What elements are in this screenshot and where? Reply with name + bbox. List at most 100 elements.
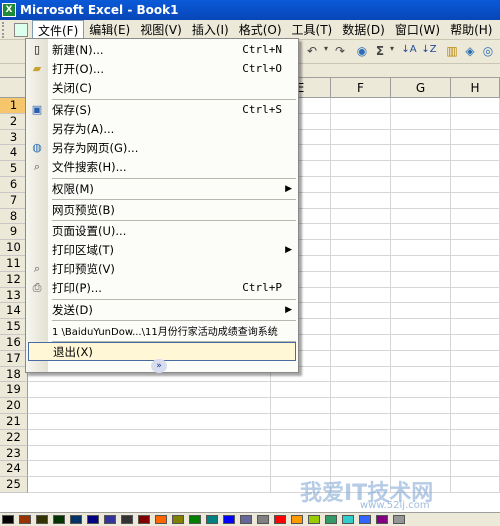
cell[interactable] <box>271 445 331 462</box>
menu-item-send[interactable]: 发送(D) ▶ <box>26 300 298 319</box>
cell[interactable] <box>331 192 391 209</box>
cell[interactable] <box>391 176 451 193</box>
undo-icon[interactable]: ↶ <box>305 44 319 60</box>
color-swatch[interactable] <box>308 515 320 524</box>
cell[interactable] <box>331 255 391 272</box>
color-swatch[interactable] <box>19 515 31 524</box>
cell[interactable] <box>451 366 500 383</box>
hyperlink-icon[interactable]: ◉ <box>355 44 369 60</box>
autosum-icon[interactable]: Σ <box>373 44 387 60</box>
cell[interactable] <box>391 192 451 209</box>
cell[interactable] <box>451 271 500 288</box>
row-header[interactable]: 10 <box>0 240 28 256</box>
menu-item-close[interactable]: 关闭(C) <box>26 78 298 97</box>
menu-item-save[interactable]: ▣ 保存(S) Ctrl+S <box>26 100 298 119</box>
menu-data[interactable]: 数据(D) <box>337 20 390 39</box>
color-swatch[interactable] <box>376 515 388 524</box>
expand-menu-icon[interactable]: » <box>151 359 167 373</box>
color-swatch[interactable] <box>342 515 354 524</box>
menu-item-print-preview[interactable]: ⌕ 打印预览(V) <box>26 259 298 278</box>
row-header[interactable]: 7 <box>0 192 28 209</box>
color-swatch[interactable] <box>291 515 303 524</box>
row-header[interactable]: 25 <box>0 477 28 493</box>
menu-item-recent-file-1[interactable]: 1 \BaiduYunDow...\11月份行家活动成绩查询系统 <box>26 321 298 340</box>
cell[interactable] <box>331 98 391 114</box>
menu-item-page-setup[interactable]: 页面设置(U)... <box>26 221 298 240</box>
sort-descending-icon[interactable]: ↓Z <box>420 44 438 60</box>
menu-item-exit[interactable]: 退出(X) <box>28 342 296 361</box>
color-swatch[interactable] <box>274 515 286 524</box>
menu-item-save-as-web[interactable]: ◍ 另存为网页(G)... <box>26 138 298 157</box>
cell[interactable] <box>391 271 451 288</box>
cell[interactable] <box>451 334 500 351</box>
cell[interactable] <box>331 398 391 414</box>
cell[interactable] <box>451 192 500 209</box>
cell[interactable] <box>331 145 391 162</box>
chart-wizard-icon[interactable]: ▥ <box>444 44 460 60</box>
cell[interactable] <box>391 255 451 272</box>
cell[interactable] <box>451 287 500 304</box>
row-header[interactable]: 9 <box>0 224 28 241</box>
cell[interactable] <box>391 224 451 241</box>
menu-help[interactable]: 帮助(H) <box>445 20 497 39</box>
color-swatch[interactable] <box>138 515 150 524</box>
menu-file[interactable]: 文件(F) <box>32 19 85 40</box>
cell[interactable] <box>331 113 391 130</box>
cell[interactable] <box>331 224 391 241</box>
cell[interactable] <box>451 98 500 114</box>
cell[interactable] <box>331 350 391 367</box>
cell[interactable] <box>331 176 391 193</box>
redo-icon[interactable]: ↷ <box>333 44 347 60</box>
color-swatch[interactable] <box>393 515 405 524</box>
color-swatch[interactable] <box>104 515 116 524</box>
cell[interactable] <box>451 224 500 241</box>
menu-item-permission[interactable]: 权限(M) ▶ <box>26 179 298 198</box>
cell[interactable] <box>451 145 500 162</box>
menu-item-open[interactable]: ▰ 打开(O)... Ctrl+O <box>26 59 298 78</box>
column-header-g[interactable]: G <box>391 78 451 98</box>
row-header[interactable]: 14 <box>0 303 28 320</box>
cell[interactable] <box>28 445 271 462</box>
row-header[interactable]: 15 <box>0 319 28 335</box>
menu-item-new[interactable]: ▯ 新建(N)... Ctrl+N <box>26 40 298 59</box>
menu-item-file-search[interactable]: ⌕ 文件搜索(H)... <box>26 157 298 176</box>
autosum-dropdown-icon[interactable]: ▾ <box>388 44 396 60</box>
cell[interactable] <box>331 161 391 177</box>
cell[interactable] <box>451 413 500 430</box>
cell[interactable] <box>331 319 391 335</box>
cell[interactable] <box>391 287 451 304</box>
row-header[interactable]: 21 <box>0 413 28 430</box>
color-swatch[interactable] <box>359 515 371 524</box>
cell[interactable] <box>391 334 451 351</box>
cell[interactable] <box>451 240 500 256</box>
color-swatch[interactable] <box>53 515 65 524</box>
row-header[interactable]: 17 <box>0 350 28 367</box>
row-header[interactable]: 13 <box>0 287 28 304</box>
color-swatch[interactable] <box>70 515 82 524</box>
cell[interactable] <box>451 113 500 130</box>
undo-dropdown-icon[interactable]: ▾ <box>322 44 330 60</box>
cell[interactable] <box>331 366 391 383</box>
row-header[interactable]: 11 <box>0 255 28 272</box>
row-header[interactable]: 5 <box>0 161 28 177</box>
cell[interactable] <box>331 445 391 462</box>
row-header[interactable]: 1 <box>0 98 28 114</box>
column-header-f[interactable]: F <box>331 78 391 98</box>
cell[interactable] <box>391 398 451 414</box>
cell[interactable] <box>28 461 271 478</box>
cell[interactable] <box>331 429 391 446</box>
cell[interactable] <box>391 366 451 383</box>
cell[interactable] <box>331 303 391 320</box>
cell[interactable] <box>451 129 500 146</box>
cell[interactable] <box>28 429 271 446</box>
cell[interactable] <box>451 255 500 272</box>
row-header[interactable]: 8 <box>0 208 28 225</box>
sort-ascending-icon[interactable]: ↓A <box>400 44 418 60</box>
help-icon[interactable]: ◎ <box>480 44 496 60</box>
cell[interactable] <box>391 445 451 462</box>
cell[interactable] <box>331 240 391 256</box>
color-swatch[interactable] <box>240 515 252 524</box>
menu-tools[interactable]: 工具(T) <box>287 20 338 39</box>
menu-view[interactable]: 视图(V) <box>135 20 187 39</box>
cell[interactable] <box>391 145 451 162</box>
